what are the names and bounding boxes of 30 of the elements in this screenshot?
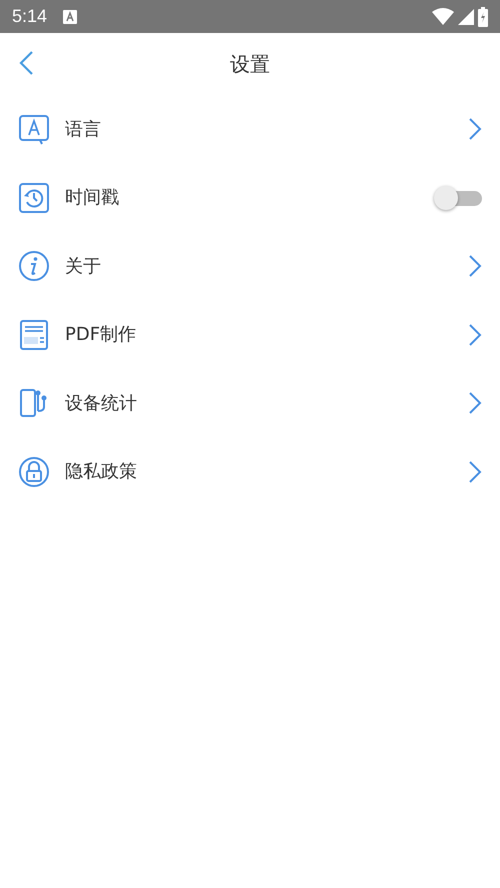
- settings-item[interactable]: PDF制作: [0, 300, 500, 369]
- info-icon: [18, 250, 50, 282]
- clock-icon: [18, 182, 50, 214]
- item-label: 关于: [65, 254, 101, 279]
- page-title: 设置: [230, 51, 270, 78]
- settings-item[interactable]: 时间戳: [0, 164, 500, 232]
- settings-item[interactable]: 语言: [0, 95, 500, 164]
- item-label: 隐私政策: [65, 460, 137, 484]
- notification-icon: [63, 10, 78, 24]
- chevron-icon: [468, 460, 482, 484]
- settings-item[interactable]: 隐私政策: [0, 438, 500, 506]
- chevron-icon: [468, 254, 482, 278]
- chevron-icon: [468, 391, 482, 416]
- signal-icon: [458, 8, 474, 24]
- chevron-icon: [468, 322, 482, 347]
- language-icon: [18, 113, 50, 146]
- chevron-icon: [468, 117, 482, 142]
- item-label: 语言: [65, 118, 101, 142]
- settings-item[interactable]: 设备统计: [0, 369, 500, 438]
- wifi-icon: [432, 8, 454, 25]
- status-time: 5:14: [12, 5, 48, 28]
- item-label: PDF制作: [65, 323, 136, 348]
- item-label: 时间戳: [65, 186, 119, 210]
- settings-item[interactable]: 关于: [0, 232, 500, 300]
- back-button[interactable]: [18, 50, 34, 76]
- item-label: 设备统计: [65, 392, 137, 416]
- toggle-switch[interactable]: [434, 184, 482, 212]
- battery-icon: [478, 6, 488, 26]
- lock-icon: [18, 456, 50, 488]
- document-icon: [18, 318, 50, 351]
